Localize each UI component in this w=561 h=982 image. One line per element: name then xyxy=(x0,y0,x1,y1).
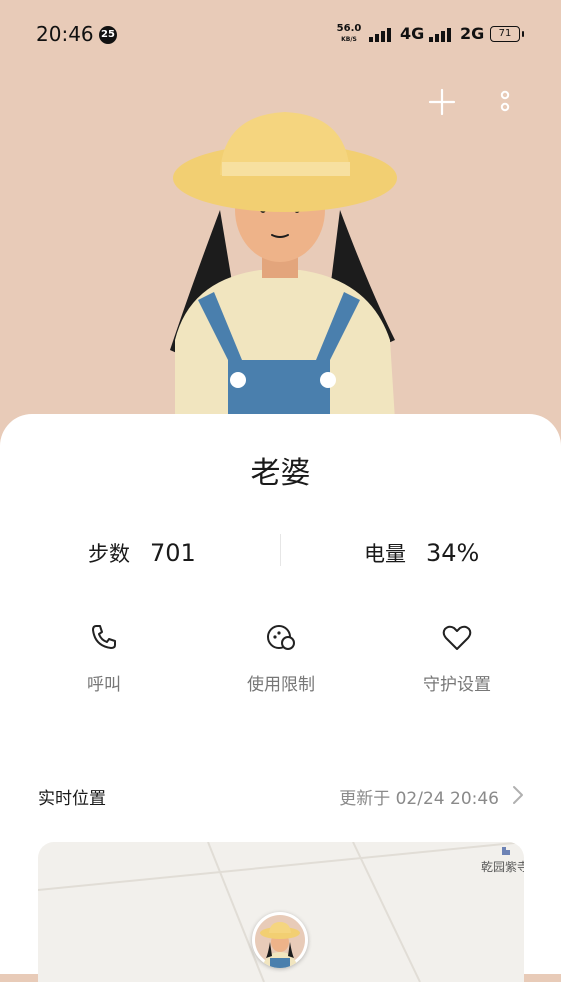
stats-divider xyxy=(280,534,281,566)
call-button[interactable]: 呼叫 xyxy=(34,622,174,695)
profile-name: 老婆 xyxy=(250,456,311,491)
location-map[interactable]: 乾园紫寺 xyxy=(38,842,524,982)
map-avatar-pin[interactable] xyxy=(252,912,308,968)
map-place-label: 乾园紫寺 xyxy=(481,860,524,874)
status-bar: 20:46 25 56.0 KB/S 4G 2G 71 xyxy=(0,0,561,70)
add-icon[interactable] xyxy=(428,88,456,116)
network-type-2: 2G xyxy=(460,24,485,43)
avatar-illustration xyxy=(170,112,397,420)
battery-stat: 电量 34% xyxy=(364,538,479,568)
signal-icon xyxy=(429,28,451,42)
network-speed-unit: KB/S xyxy=(341,36,357,43)
realtime-location-title: 实时位置 xyxy=(38,789,106,809)
usage-limit-icon xyxy=(267,625,295,650)
battery-label: 电量 xyxy=(364,542,406,566)
status-time: 20:46 xyxy=(36,22,94,46)
steps-value: 701 xyxy=(150,539,196,567)
battery-value: 34% xyxy=(426,539,480,567)
network-speed: 56.0 KB/S xyxy=(335,24,363,44)
usage-limit-label: 使用限制 xyxy=(247,675,315,695)
guard-settings-button[interactable]: 守护设置 xyxy=(387,622,527,695)
notification-badge: 25 xyxy=(99,26,117,44)
call-label: 呼叫 xyxy=(87,675,121,695)
signal-icon xyxy=(369,28,391,42)
location-updated-time[interactable]: 更新于 02/24 20:46 xyxy=(339,784,499,809)
usage-limit-button[interactable]: 使用限制 xyxy=(211,622,351,695)
network-type-1: 4G xyxy=(400,24,425,43)
building-icon xyxy=(502,847,510,855)
avatar-icon xyxy=(255,915,305,968)
steps-label: 步数 xyxy=(88,542,130,566)
heart-icon xyxy=(442,625,472,650)
network-speed-value: 56.0 xyxy=(336,23,362,34)
steps-stat: 步数 701 xyxy=(88,538,196,568)
battery-icon: 71 xyxy=(490,26,524,42)
guard-settings-label: 守护设置 xyxy=(423,675,491,695)
phone-icon xyxy=(92,625,116,649)
more-options-icon[interactable] xyxy=(496,88,514,116)
chevron-right-icon[interactable] xyxy=(511,784,525,806)
